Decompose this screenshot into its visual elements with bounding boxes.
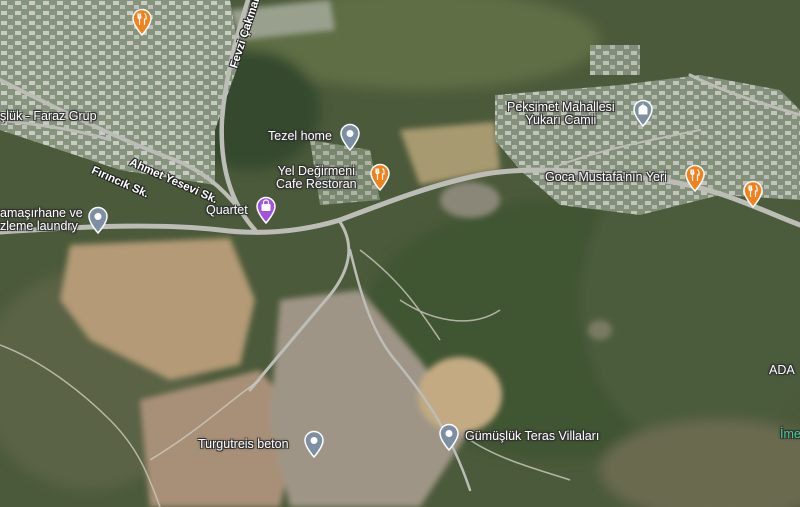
yel-line-2: Cafe Restoran — [276, 177, 357, 191]
place-label-yel-degirmeni[interactable]: Yel Değirmeni Cafe Restoran — [276, 165, 357, 191]
mosque-icon — [633, 99, 653, 127]
map-pin-icon — [340, 123, 360, 151]
camasir-line-2: zleme laundry — [0, 219, 78, 233]
place-label-quartet[interactable]: Quartet — [206, 204, 248, 217]
place-label-tezel[interactable]: Tezel home — [268, 130, 332, 143]
place-label-gumusluk[interactable]: Gümüşlük Teras Villaları — [465, 430, 599, 443]
place-pin-tezel[interactable] — [339, 123, 361, 151]
peksimet-line-2: Yukarı Camii — [525, 113, 597, 127]
fork-knife-icon — [132, 8, 152, 36]
satellite-terrain[interactable] — [0, 0, 800, 507]
place-label-faraz[interactable]: şlük - Faraz Grup — [0, 110, 97, 123]
shopping-pin-quartet[interactable] — [255, 196, 277, 224]
food-pin-yel-degirmeni[interactable] — [369, 163, 391, 191]
map-pin-icon — [88, 206, 108, 234]
map-view[interactable]: Fevzi Çakmak Cd. Ahmet Yesevi Sk. Fırınc… — [0, 0, 800, 507]
map-pin-icon — [439, 423, 459, 451]
place-pin-camasirhane[interactable] — [87, 206, 109, 234]
place-label-ada[interactable]: ADA — [769, 364, 795, 377]
fork-knife-icon — [370, 163, 390, 191]
shopping-bag-icon — [256, 196, 276, 224]
place-pin-turgutreis[interactable] — [303, 430, 325, 458]
place-label-camasirhane[interactable]: amaşırhane ve zleme laundry — [0, 207, 83, 233]
food-pin-goca-mustafa[interactable] — [684, 164, 706, 192]
fork-knife-icon — [743, 180, 763, 208]
place-label-peksimet[interactable]: Peksimet Mahallesi Yukarı Camii — [507, 101, 615, 127]
food-pin-east[interactable] — [742, 180, 764, 208]
place-pin-gumusluk[interactable] — [438, 423, 460, 451]
fork-knife-icon — [685, 164, 705, 192]
place-label-goca-mustafa[interactable]: Goca Mustafa'nın Yeri — [545, 171, 667, 184]
food-pin[interactable] — [131, 8, 153, 36]
place-label-ime[interactable]: İme — [780, 428, 800, 441]
map-pin-icon — [304, 430, 324, 458]
mosque-pin-peksimet[interactable] — [632, 99, 654, 127]
place-label-turgutreis[interactable]: Turgutreis beton — [198, 438, 289, 451]
